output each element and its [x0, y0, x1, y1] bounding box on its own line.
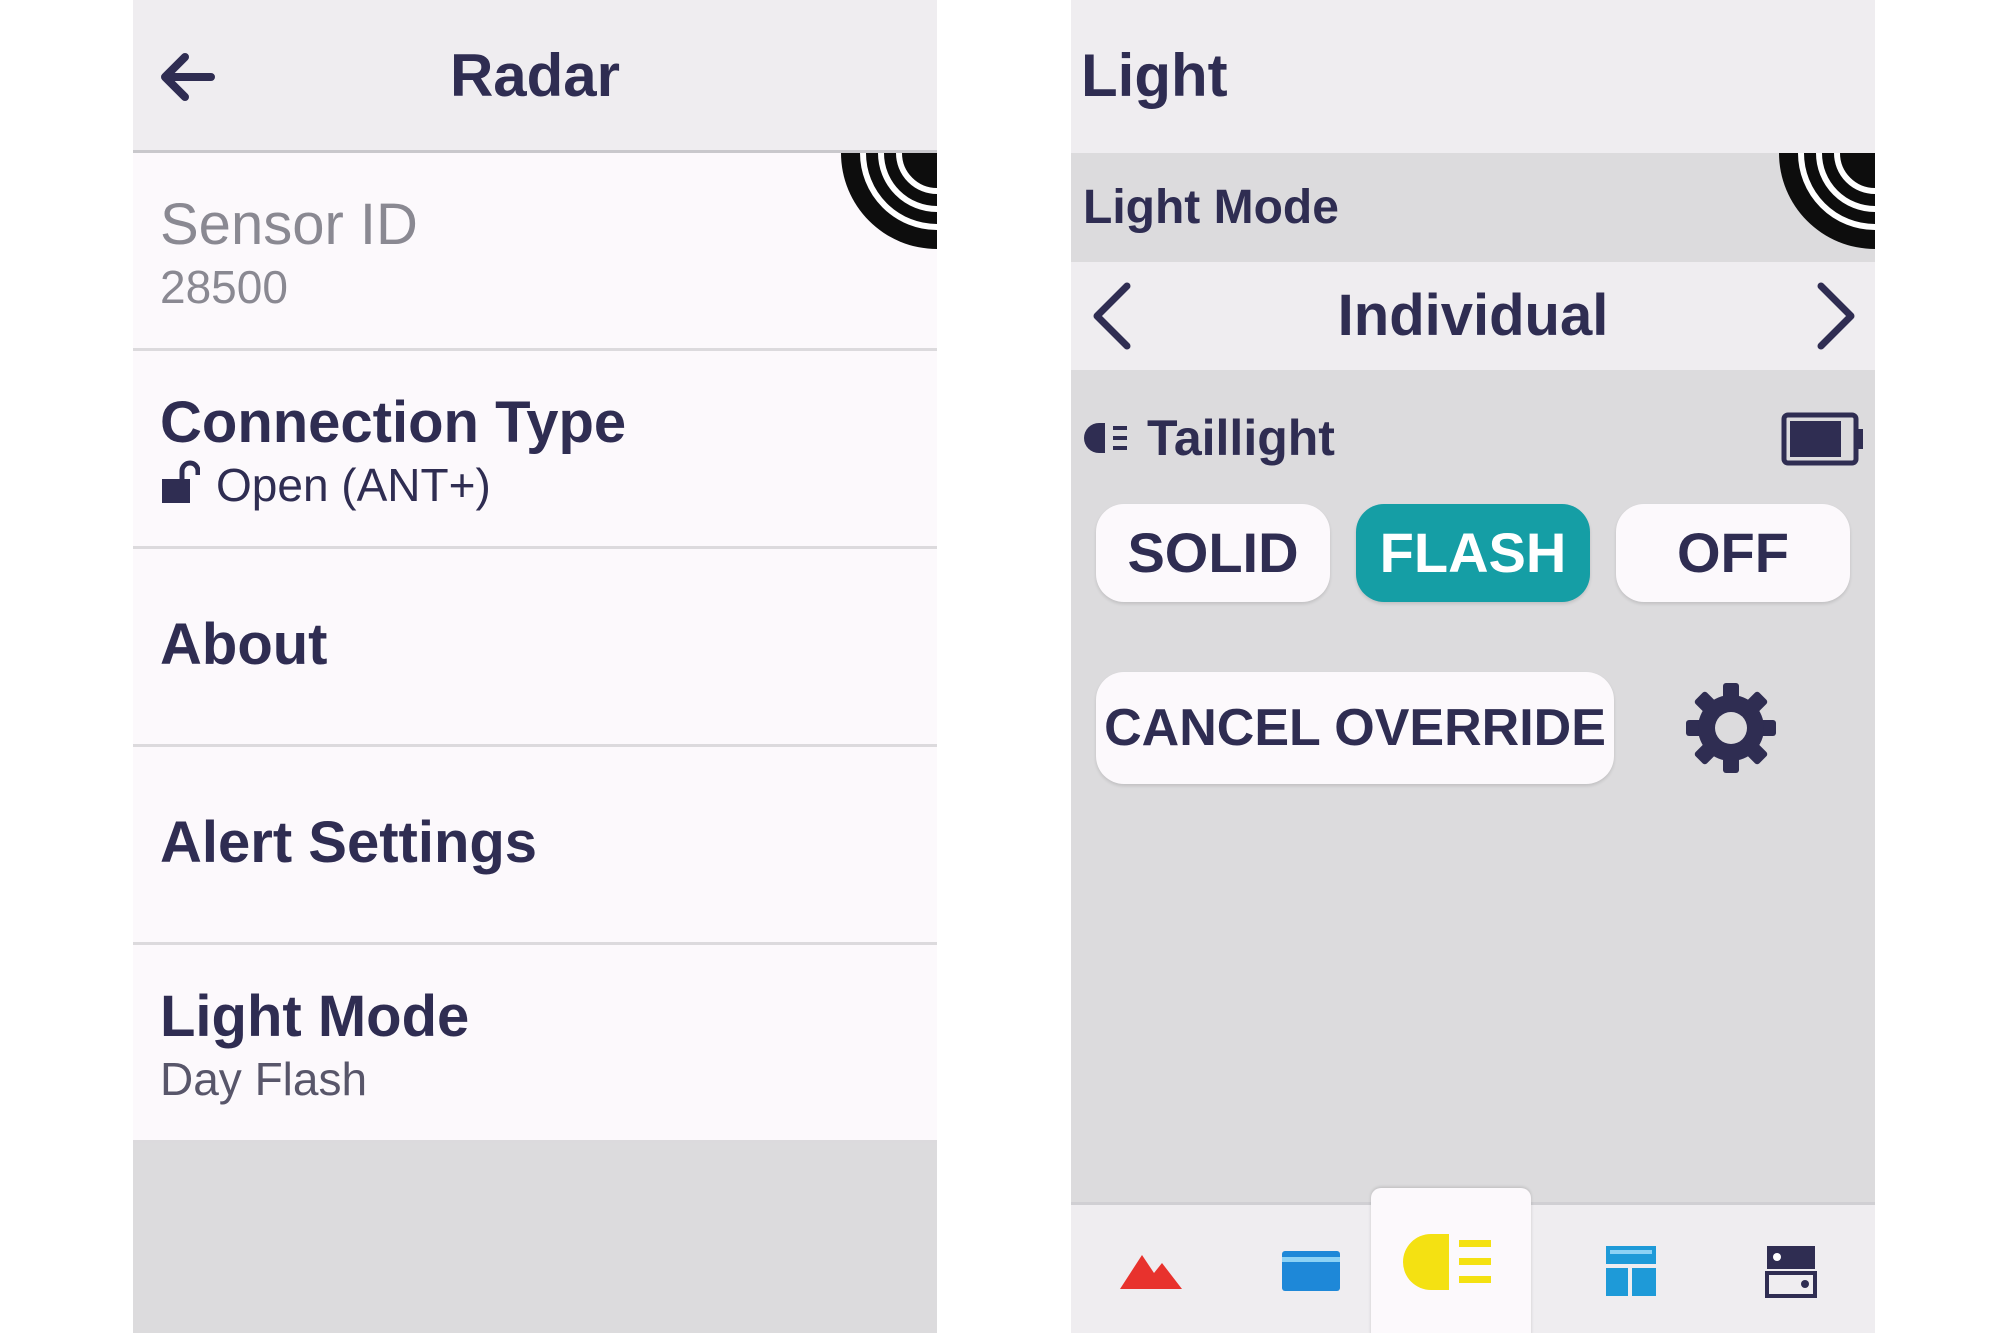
nav-item-lights[interactable] [1371, 1188, 1531, 1333]
list-item-value: Day Flash [160, 1053, 368, 1105]
light-mode-value: Individual [1337, 283, 1609, 348]
list-item-value: 28500 [160, 261, 288, 313]
flash-button[interactable]: FLASH [1356, 504, 1590, 602]
gear-icon [1686, 683, 1776, 773]
radar-screen: Radar Sensor ID 28500 Connection Type Op… [133, 0, 937, 1333]
bottom-navigation [1071, 1188, 1875, 1333]
page-title: Radar [449, 42, 621, 109]
list-item-about[interactable]: About [133, 549, 937, 747]
nav-item-devices[interactable] [1711, 1205, 1871, 1333]
mountain-icon [1120, 1254, 1182, 1289]
taillight-label: Taillight [1147, 410, 1335, 466]
list-item-title: Alert Settings [160, 810, 538, 875]
card-icon [1282, 1250, 1340, 1291]
headlight-icon [1403, 1234, 1491, 1290]
cancel-override-button[interactable]: CANCEL OVERRIDE [1096, 672, 1614, 784]
nav-item-card[interactable] [1231, 1205, 1391, 1333]
radar-signal-icon [841, 153, 937, 249]
light-settings-button[interactable] [1680, 677, 1782, 779]
taillight-icon [1084, 423, 1127, 453]
taillight-row: Taillight [1071, 402, 1875, 472]
list-item-light-mode[interactable]: Light Mode Day Flash [133, 945, 937, 1143]
radar-settings-list: Sensor ID 28500 Connection Type Open (AN… [133, 153, 937, 1143]
off-button[interactable]: OFF [1616, 504, 1850, 602]
list-item-title: Light Mode [160, 984, 470, 1049]
light-mode-label: Light Mode [1083, 181, 1339, 234]
chevron-right-icon [1817, 282, 1855, 350]
device-icon [1765, 1245, 1817, 1298]
list-item-connection-type[interactable]: Connection Type Open (ANT+) [133, 351, 937, 549]
layout-icon [1606, 1245, 1656, 1296]
light-mode-bar: Light Mode [1071, 153, 1875, 262]
unlock-icon [162, 460, 200, 503]
list-item-sensor-id: Sensor ID 28500 [133, 153, 937, 351]
nav-item-layout[interactable] [1551, 1205, 1711, 1333]
list-item-title: Connection Type [160, 390, 627, 455]
page-title: Light [1081, 42, 1228, 109]
list-item-title: About [160, 612, 328, 677]
list-item-value: Open (ANT+) [160, 458, 491, 512]
radar-signal-icon [1779, 153, 1875, 249]
light-header: Light [1071, 0, 1875, 153]
list-item-title: Sensor ID [160, 192, 418, 257]
radar-header: Radar [133, 0, 937, 153]
connection-type-value: Open (ANT+) [216, 459, 491, 511]
nav-item-activity[interactable] [1071, 1205, 1231, 1333]
list-item-alert-settings[interactable]: Alert Settings [133, 747, 937, 945]
light-screen: Light Light Mode Individual Taillight SO… [1071, 0, 1875, 1333]
light-mode-selector: Individual [1071, 262, 1875, 370]
next-mode-button[interactable] [1805, 280, 1865, 352]
battery-icon [1781, 412, 1863, 466]
solid-button[interactable]: SOLID [1096, 504, 1330, 602]
